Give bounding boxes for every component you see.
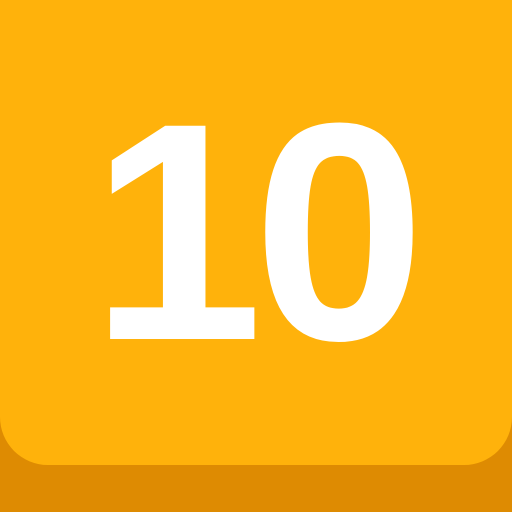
icon-number-label: 10 <box>90 58 426 405</box>
app-icon[interactable]: 10 <box>0 0 512 512</box>
